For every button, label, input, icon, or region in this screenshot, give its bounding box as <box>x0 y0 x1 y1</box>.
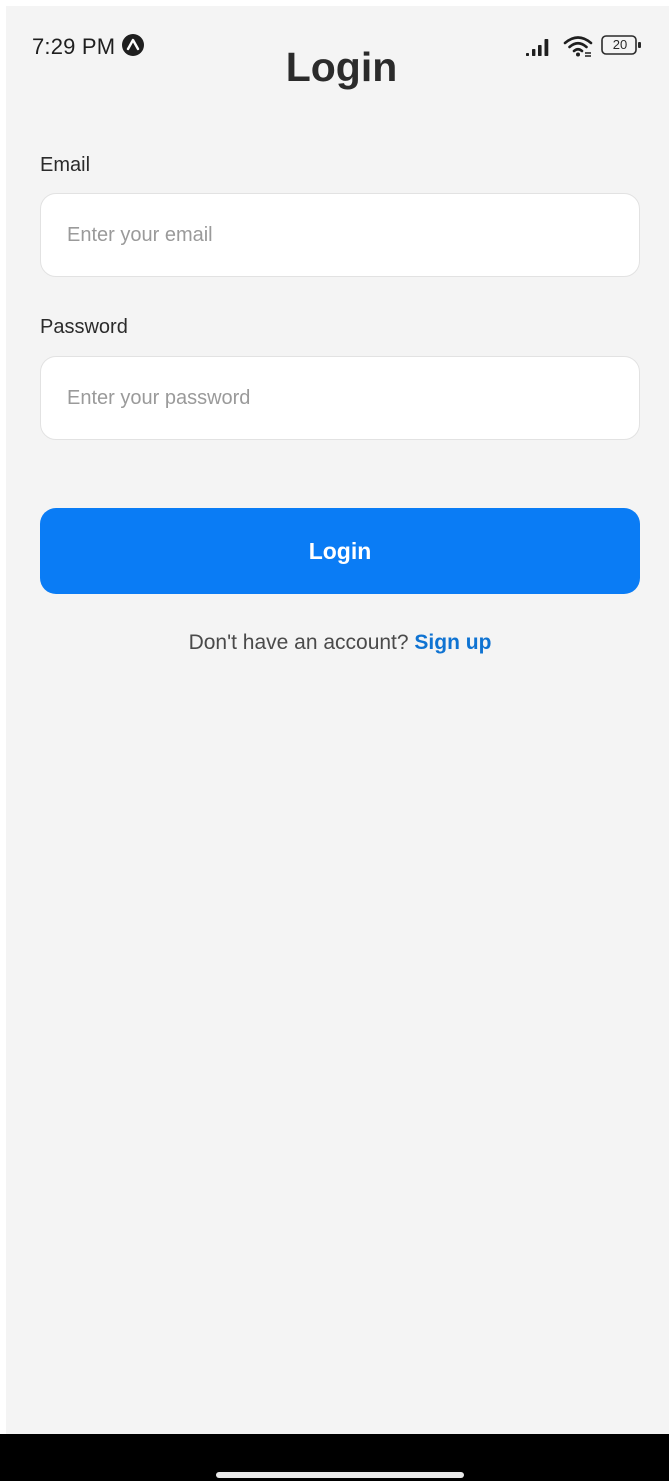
password-label: Password <box>40 316 128 338</box>
signup-link[interactable]: Sign up <box>414 631 491 654</box>
signup-prompt-row: Don't have an account? Sign up <box>0 631 669 655</box>
home-indicator[interactable] <box>216 1472 464 1478</box>
login-button[interactable]: Login <box>40 508 640 594</box>
login-screen: 7:29 PM 20 Login Email Password Login Do… <box>0 0 669 1481</box>
password-input[interactable] <box>40 356 640 440</box>
email-label: Email <box>40 154 91 176</box>
signup-prompt-text: Don't have an account? <box>188 631 415 654</box>
page-title: Login <box>285 44 398 90</box>
email-input[interactable] <box>40 193 640 277</box>
